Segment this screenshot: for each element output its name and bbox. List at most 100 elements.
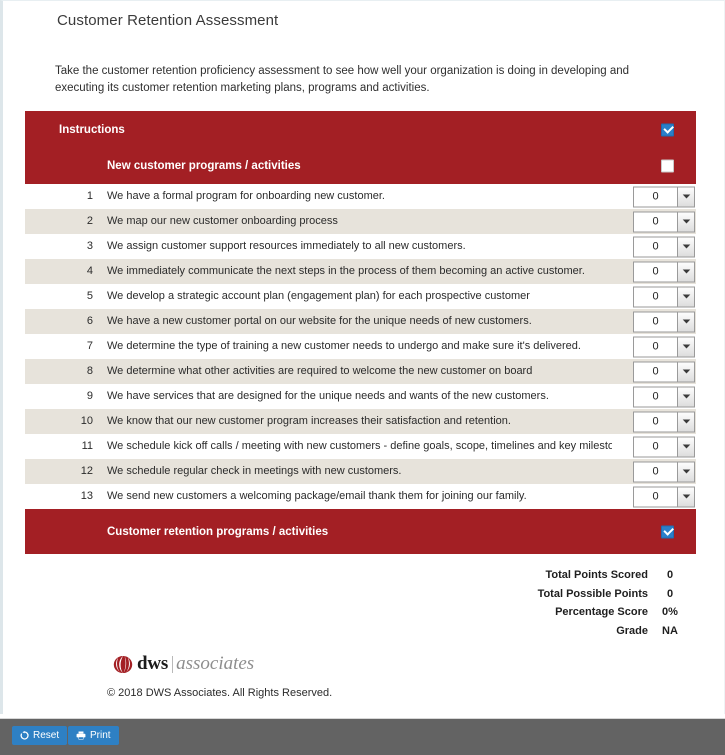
logo-secondary-text: associates <box>176 653 255 674</box>
page-title: Customer Retention Assessment <box>57 12 279 29</box>
chevron-down-icon[interactable] <box>677 386 695 407</box>
score-dropdown-value[interactable]: 0 <box>633 336 677 357</box>
question-text: We send new customers a welcoming packag… <box>107 490 527 502</box>
question-row: 9 We have services that are designed for … <box>25 384 696 409</box>
instructions-checkbox[interactable] <box>661 123 674 136</box>
score-value: 0 <box>666 587 674 600</box>
question-number: 3 <box>86 240 93 252</box>
chevron-down-icon[interactable] <box>677 286 695 307</box>
assessment-page: Customer Retention Assessment Take the c… <box>0 0 725 755</box>
dws-associates-logo: dws associates <box>113 653 254 675</box>
intro-paragraph: Take the customer retention proficiency … <box>55 65 630 94</box>
score-dropdown-value[interactable]: 0 <box>633 386 677 407</box>
score-dropdown[interactable]: 0 <box>633 386 695 407</box>
section-checkbox-new-customer[interactable] <box>661 159 674 173</box>
chevron-down-icon[interactable] <box>677 261 695 282</box>
score-label: Total Points Scored <box>545 569 648 581</box>
score-value: 0 <box>666 569 674 581</box>
score-row: Total Points Scored 0 <box>538 569 692 588</box>
instructions-band: Instructions <box>25 111 696 148</box>
question-number: 8 <box>86 365 93 377</box>
section-label-new-customer: New customer programs / activities <box>107 160 301 172</box>
score-dropdown[interactable]: 0 <box>633 236 695 257</box>
score-dropdown-value[interactable]: 0 <box>633 461 677 482</box>
printer-icon <box>76 731 86 740</box>
section-checkbox-retention[interactable] <box>661 525 674 538</box>
score-dropdown-value[interactable]: 0 <box>633 436 677 457</box>
assessment-table: Instructions New customer programs / act… <box>25 111 696 554</box>
question-text: We immediately communicate the next step… <box>107 265 585 277</box>
question-text: We have services that are designed for t… <box>107 390 549 402</box>
print-button[interactable]: Print <box>68 726 119 745</box>
question-row: 3 We assign customer support resources im… <box>25 234 696 259</box>
score-row: Grade NA <box>538 625 692 644</box>
print-button-label: Print <box>90 729 111 741</box>
score-label: Percentage Score <box>555 606 648 618</box>
score-dropdown[interactable]: 0 <box>633 311 695 332</box>
chevron-down-icon[interactable] <box>677 461 695 482</box>
score-dropdown[interactable]: 0 <box>633 361 695 382</box>
question-row-list: 1 We have a formal program for onboarding… <box>25 184 696 509</box>
question-text: We have a formal program for onboarding … <box>107 190 385 202</box>
question-number: 2 <box>86 215 93 227</box>
score-dropdown[interactable]: 0 <box>633 461 695 482</box>
question-row: 8 We determine what other activities are … <box>25 359 696 384</box>
score-row: Total Possible Points 0 <box>538 588 692 607</box>
score-dropdown[interactable]: 0 <box>633 186 695 207</box>
section-label-retention: Customer retention programs / activities <box>107 525 329 538</box>
score-dropdown[interactable]: 0 <box>633 211 695 232</box>
score-dropdown-value[interactable]: 0 <box>633 286 677 307</box>
chevron-down-icon[interactable] <box>677 311 695 332</box>
score-summary: Total Points Scored 0 Total Possible Point… <box>538 569 692 643</box>
chevron-down-icon[interactable] <box>677 411 695 432</box>
chevron-down-icon[interactable] <box>677 236 695 257</box>
question-text: We know that our new customer program in… <box>107 415 511 427</box>
score-dropdown[interactable]: 0 <box>633 411 695 432</box>
section-band-new-customer: New customer programs / activities <box>25 148 696 184</box>
score-dropdown[interactable]: 0 <box>633 336 695 357</box>
logo-primary-text: dws <box>137 653 169 674</box>
chevron-down-icon[interactable] <box>677 486 695 507</box>
bottom-toolbar: Reset Print <box>0 718 725 755</box>
question-number: 9 <box>86 390 93 402</box>
question-row: 13 We send new customers a welcoming pack… <box>25 484 696 509</box>
question-number: 10 <box>80 415 93 427</box>
question-text: We have a new customer portal on our web… <box>107 315 532 327</box>
question-row: 2 We map our new customer onboarding proc… <box>25 209 696 234</box>
question-text: We map our new customer onboarding proce… <box>107 215 338 227</box>
score-dropdown-value[interactable]: 0 <box>633 411 677 432</box>
question-text: We determine what other activities are r… <box>107 365 533 377</box>
chevron-down-icon[interactable] <box>677 361 695 382</box>
logo-divider <box>172 655 174 673</box>
reset-button[interactable]: Reset <box>12 726 68 745</box>
score-dropdown-value[interactable]: 0 <box>633 361 677 382</box>
score-dropdown[interactable]: 0 <box>633 286 695 307</box>
question-row: 1 We have a formal program for onboarding… <box>25 184 696 209</box>
chevron-down-icon[interactable] <box>677 186 695 207</box>
question-text: We determine the type of training a new … <box>107 340 581 352</box>
copyright-text: © 2018 DWS Associates. All Rights Reserv… <box>107 687 333 699</box>
score-dropdown-value[interactable]: 0 <box>633 211 677 232</box>
score-dropdown[interactable]: 0 <box>633 261 695 282</box>
question-row: 10 We know that our new customer program … <box>25 409 696 434</box>
chevron-down-icon[interactable] <box>677 436 695 457</box>
score-value: 0% <box>662 606 678 618</box>
question-number: 12 <box>80 465 93 477</box>
chevron-down-icon[interactable] <box>677 336 695 357</box>
score-dropdown-value[interactable]: 0 <box>633 261 677 282</box>
question-row: 5 We develop a strategic account plan (en… <box>25 284 696 309</box>
section-band-retention: Customer retention programs / activities <box>25 509 696 554</box>
question-row: 11 We schedule kick off calls / meeting w… <box>25 434 696 459</box>
score-dropdown[interactable]: 0 <box>633 436 695 457</box>
instructions-label: Instructions <box>59 123 125 136</box>
score-dropdown-value[interactable]: 0 <box>633 311 677 332</box>
question-number: 13 <box>80 490 93 502</box>
chevron-down-icon[interactable] <box>677 211 695 232</box>
score-dropdown[interactable]: 0 <box>633 486 695 507</box>
score-dropdown-value[interactable]: 0 <box>633 186 677 207</box>
question-text: We develop a strategic account plan (eng… <box>107 290 530 302</box>
question-number: 1 <box>86 190 93 202</box>
score-dropdown-value[interactable]: 0 <box>633 486 677 507</box>
score-dropdown-value[interactable]: 0 <box>633 236 677 257</box>
question-row: 4 We immediately communicate the next ste… <box>25 259 696 284</box>
